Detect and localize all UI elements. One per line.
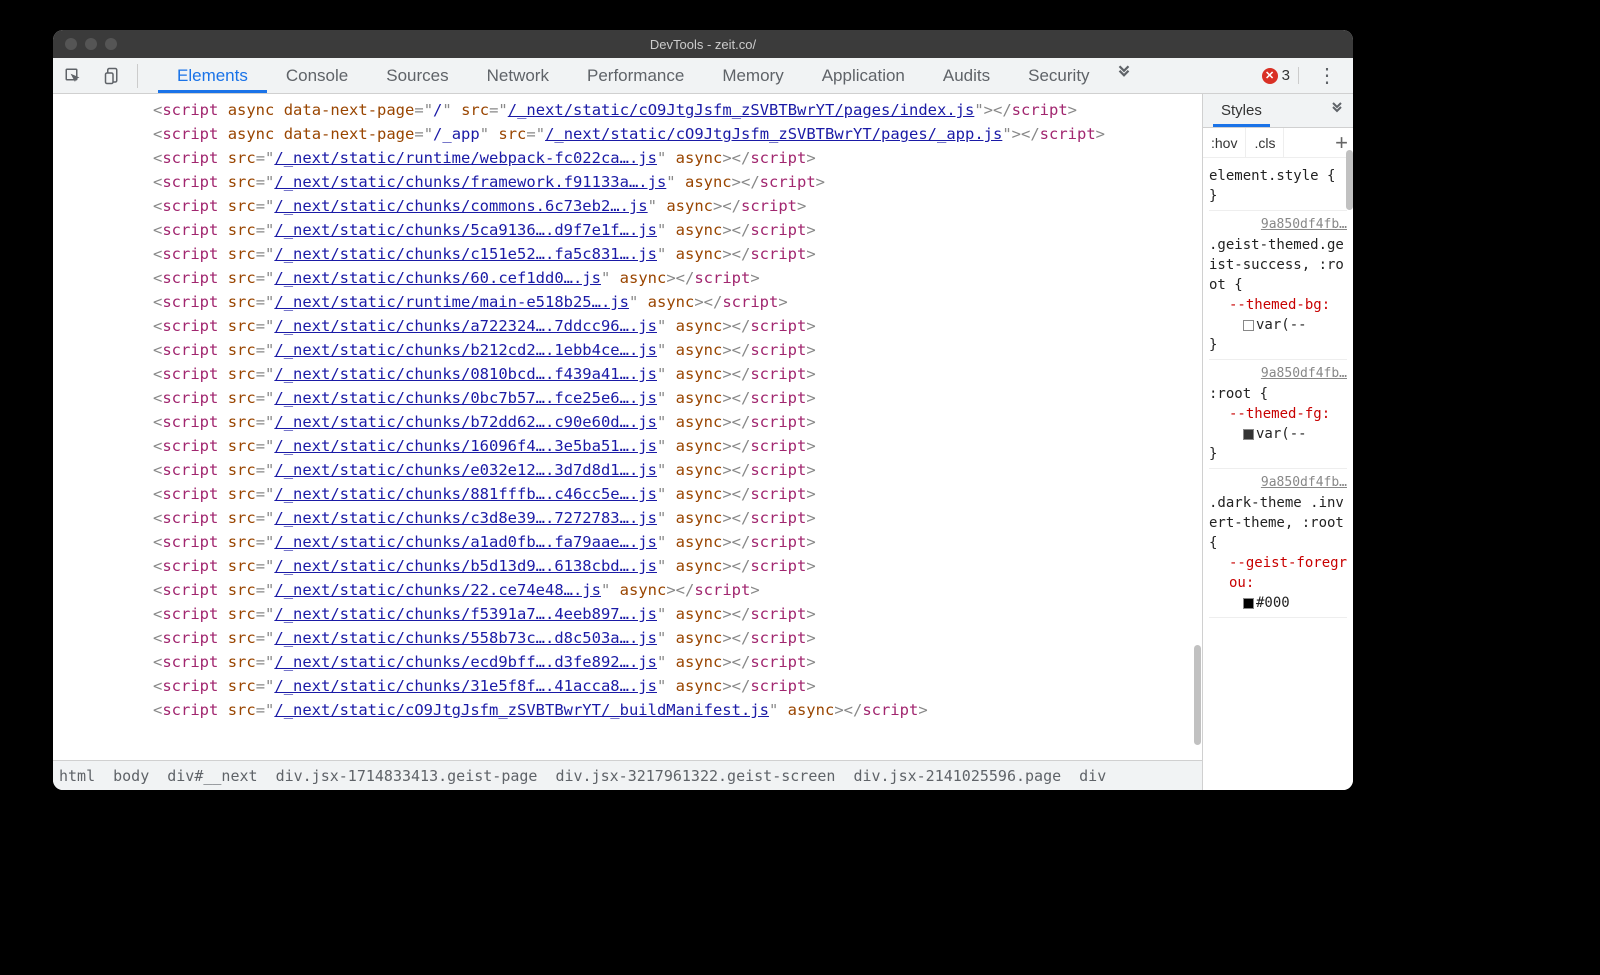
kebab-menu-icon[interactable]: ⋮ xyxy=(1309,63,1345,88)
dom-node[interactable]: <script src="/_next/static/chunks/c151e5… xyxy=(63,242,1202,266)
dom-node[interactable]: <script src="/_next/static/chunks/e032e1… xyxy=(63,458,1202,482)
tab-security[interactable]: Security xyxy=(1009,58,1108,93)
dom-node[interactable]: <script src="/_next/static/chunks/b72dd6… xyxy=(63,410,1202,434)
styles-filter-bar: :hov .cls + xyxy=(1203,128,1353,158)
error-count[interactable]: ✕ 3 xyxy=(1262,67,1299,84)
cls-toggle[interactable]: .cls xyxy=(1246,128,1284,157)
window-title: DevTools - zeit.co/ xyxy=(53,37,1353,52)
more-styles-tabs-icon[interactable] xyxy=(1323,101,1353,121)
dom-node[interactable]: <script src="/_next/static/chunks/f5391a… xyxy=(63,602,1202,626)
styles-panel: Styles :hov .cls + element.style {}9a850… xyxy=(1203,94,1353,790)
style-rule[interactable]: element.style {} xyxy=(1209,162,1347,211)
dom-node[interactable]: <script src="/_next/static/chunks/ecd9bf… xyxy=(63,650,1202,674)
crumb[interactable]: div.jsx-2141025596.page xyxy=(853,767,1061,785)
tab-audits[interactable]: Audits xyxy=(924,58,1009,93)
tab-network[interactable]: Network xyxy=(468,58,568,93)
tab-styles[interactable]: Styles xyxy=(1213,94,1270,127)
divider xyxy=(137,64,138,88)
toolbar: ElementsConsoleSourcesNetworkPerformance… xyxy=(53,58,1353,94)
dom-node[interactable]: <script src="/_next/static/chunks/0810bc… xyxy=(63,362,1202,386)
scrollbar-thumb[interactable] xyxy=(1346,150,1353,210)
dom-node[interactable]: <script src="/_next/static/chunks/881fff… xyxy=(63,482,1202,506)
device-toolbar-icon[interactable] xyxy=(93,58,133,94)
dom-node[interactable]: <script src="/_next/static/chunks/b5d13d… xyxy=(63,554,1202,578)
dom-node[interactable]: <script src="/_next/static/chunks/common… xyxy=(63,194,1202,218)
traffic-lights xyxy=(53,38,117,50)
elements-panel: <script async data-next-page="/" src="/_… xyxy=(53,94,1203,790)
hov-toggle[interactable]: :hov xyxy=(1203,128,1246,157)
crumb[interactable]: div xyxy=(1079,767,1106,785)
style-rule[interactable]: 9a850df4fb…:root {--themed-fg:var(--} xyxy=(1209,360,1347,469)
crumb[interactable]: body xyxy=(113,767,149,785)
dom-node[interactable]: <script src="/_next/static/chunks/framew… xyxy=(63,170,1202,194)
dom-node[interactable]: <script src="/_next/static/chunks/5ca913… xyxy=(63,218,1202,242)
crumb[interactable]: div.jsx-3217961322.geist-screen xyxy=(555,767,835,785)
minimize-window-button[interactable] xyxy=(85,38,97,50)
styles-rules[interactable]: element.style {}9a850df4fb….geist-themed… xyxy=(1203,158,1353,790)
dom-node[interactable]: <script src="/_next/static/chunks/558b73… xyxy=(63,626,1202,650)
inspect-element-icon[interactable] xyxy=(53,58,93,94)
dom-tree[interactable]: <script async data-next-page="/" src="/_… xyxy=(53,94,1202,760)
dom-node[interactable]: <script src="/_next/static/chunks/a1ad0f… xyxy=(63,530,1202,554)
tab-elements[interactable]: Elements xyxy=(158,58,267,93)
tab-application[interactable]: Application xyxy=(803,58,924,93)
dom-node[interactable]: <script async data-next-page="/_app" src… xyxy=(63,122,1202,146)
error-icon: ✕ xyxy=(1262,68,1278,84)
dom-node[interactable]: <script src="/_next/static/cO9JtgJsfm_zS… xyxy=(63,698,1202,722)
dom-node[interactable]: <script src="/_next/static/runtime/main-… xyxy=(63,290,1202,314)
tab-sources[interactable]: Sources xyxy=(367,58,467,93)
crumb[interactable]: div#__next xyxy=(167,767,257,785)
dom-node[interactable]: <script src="/_next/static/chunks/60.cef… xyxy=(63,266,1202,290)
style-rule[interactable]: 9a850df4fb….geist-themed.geist-success, … xyxy=(1209,211,1347,360)
tab-memory[interactable]: Memory xyxy=(703,58,802,93)
dom-node[interactable]: <script src="/_next/static/chunks/0bc7b5… xyxy=(63,386,1202,410)
devtools-window: DevTools - zeit.co/ ElementsConsoleSourc… xyxy=(53,30,1353,790)
maximize-window-button[interactable] xyxy=(105,38,117,50)
breadcrumb[interactable]: html body div#__next div.jsx-1714833413.gei… xyxy=(53,760,1202,790)
dom-node[interactable]: <script src="/_next/static/chunks/22.ce7… xyxy=(63,578,1202,602)
crumb[interactable]: html xyxy=(59,767,95,785)
tab-console[interactable]: Console xyxy=(267,58,367,93)
close-window-button[interactable] xyxy=(65,38,77,50)
titlebar: DevTools - zeit.co/ xyxy=(53,30,1353,58)
scrollbar-thumb[interactable] xyxy=(1194,645,1201,745)
dom-node[interactable]: <script src="/_next/static/chunks/16096f… xyxy=(63,434,1202,458)
main-tabs: ElementsConsoleSourcesNetworkPerformance… xyxy=(158,58,1109,93)
dom-node[interactable]: <script async data-next-page="/" src="/_… xyxy=(63,98,1202,122)
error-count-value: 3 xyxy=(1282,67,1290,84)
dom-node[interactable]: <script src="/_next/static/chunks/31e5f8… xyxy=(63,674,1202,698)
dom-node[interactable]: <script src="/_next/static/chunks/c3d8e3… xyxy=(63,506,1202,530)
more-tabs-icon[interactable] xyxy=(1109,64,1139,87)
style-rule[interactable]: 9a850df4fb….dark-theme .invert-theme, :r… xyxy=(1209,469,1347,618)
dom-node[interactable]: <script src="/_next/static/chunks/b212cd… xyxy=(63,338,1202,362)
tab-performance[interactable]: Performance xyxy=(568,58,703,93)
styles-tabs: Styles xyxy=(1203,94,1353,128)
dom-node[interactable]: <script src="/_next/static/chunks/a72232… xyxy=(63,314,1202,338)
dom-node[interactable]: <script src="/_next/static/runtime/webpa… xyxy=(63,146,1202,170)
crumb[interactable]: div.jsx-1714833413.geist-page xyxy=(276,767,538,785)
